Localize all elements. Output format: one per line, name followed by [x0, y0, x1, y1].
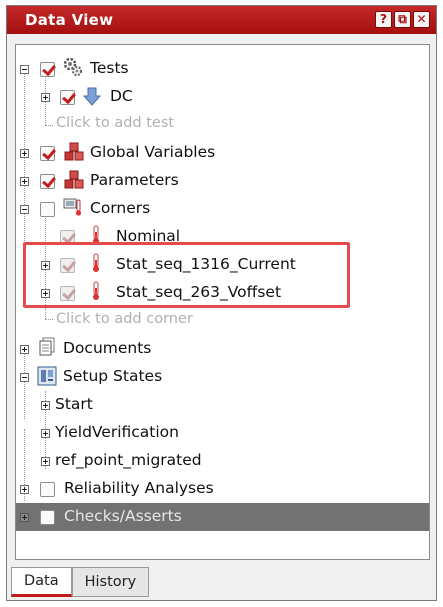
tests-checkbox[interactable]	[40, 62, 55, 77]
tests-label: Tests	[90, 59, 129, 77]
expand-toggle[interactable]	[41, 457, 50, 466]
gears-icon	[63, 57, 83, 77]
tree-item-ref-point[interactable]: ref_point_migrated	[16, 447, 429, 475]
corners-checkbox[interactable]	[40, 202, 55, 217]
checks-label: Checks/Asserts	[64, 507, 182, 525]
close-button[interactable]: ✕	[413, 11, 430, 28]
expand-toggle[interactable]	[20, 345, 29, 354]
help-button[interactable]: ?	[375, 11, 392, 28]
setup-states-icon	[37, 366, 57, 386]
cubes-icon	[64, 142, 84, 161]
add-test-item[interactable]: Click to add test	[16, 111, 429, 139]
view-tabs: Data History	[11, 567, 150, 597]
tree-item-yield-verification[interactable]: YieldVerification	[16, 419, 429, 447]
expand-toggle[interactable]	[20, 177, 29, 186]
ref-point-label: ref_point_migrated	[55, 451, 202, 469]
thermometer-monitor-icon	[63, 198, 82, 216]
expand-toggle[interactable]	[41, 93, 50, 102]
expand-toggle[interactable]	[41, 429, 50, 438]
collapse-toggle[interactable]	[20, 373, 29, 382]
documents-icon	[39, 337, 55, 356]
add-corner-label: Click to add corner	[56, 311, 193, 327]
collapse-toggle[interactable]	[20, 65, 29, 74]
tree-item-checks-asserts[interactable]: Checks/Asserts	[16, 503, 429, 531]
down-arrow-icon	[82, 87, 102, 106]
checks-checkbox[interactable]	[40, 510, 55, 525]
highlight-box	[23, 242, 350, 308]
window-title: Data View	[25, 11, 114, 29]
yield-verification-label: YieldVerification	[55, 423, 179, 441]
data-tree: Tests DC Click to add test Global Variab…	[16, 45, 429, 559]
setup-states-label: Setup States	[63, 367, 163, 385]
cubes-icon	[64, 170, 84, 189]
tree-item-setup-states[interactable]: Setup States	[16, 363, 429, 391]
reliability-label: Reliability Analyses	[64, 479, 214, 497]
tab-data[interactable]: Data	[11, 567, 72, 597]
tree-panel[interactable]: Tests DC Click to add test Global Variab…	[15, 44, 430, 560]
tree-item-documents[interactable]: Documents	[16, 335, 429, 363]
tree-item-start[interactable]: Start	[16, 391, 429, 419]
add-test-label: Click to add test	[56, 115, 175, 131]
expand-toggle[interactable]	[20, 513, 29, 522]
tree-item-reliability[interactable]: Reliability Analyses	[16, 475, 429, 503]
titlebar: Data View ? ⧉ ✕	[7, 6, 436, 34]
reliability-checkbox[interactable]	[40, 482, 55, 497]
dc-label: DC	[110, 87, 133, 105]
data-view-window: Data View ? ⧉ ✕ Tests DC Click to add te…	[6, 5, 437, 601]
expand-toggle[interactable]	[41, 401, 50, 410]
add-corner-item[interactable]: Click to add corner	[16, 307, 429, 335]
tree-item-corners[interactable]: Corners	[16, 195, 429, 223]
tree-item-dc[interactable]: DC	[16, 83, 429, 111]
tab-history[interactable]: History	[71, 567, 150, 597]
corners-label: Corners	[90, 199, 151, 217]
parameters-checkbox[interactable]	[40, 174, 55, 189]
collapse-toggle[interactable]	[20, 205, 29, 214]
start-label: Start	[55, 395, 93, 413]
tree-item-global-variables[interactable]: Global Variables	[16, 139, 429, 167]
documents-label: Documents	[63, 339, 152, 357]
expand-toggle[interactable]	[20, 485, 29, 494]
expand-toggle[interactable]	[20, 149, 29, 158]
parameters-label: Parameters	[90, 171, 179, 189]
float-button[interactable]: ⧉	[394, 11, 411, 28]
global-variables-checkbox[interactable]	[40, 146, 55, 161]
window-controls: ? ⧉ ✕	[375, 11, 430, 28]
global-variables-label: Global Variables	[90, 143, 216, 161]
dc-checkbox[interactable]	[60, 90, 75, 105]
tree-item-parameters[interactable]: Parameters	[16, 167, 429, 195]
tree-item-tests[interactable]: Tests	[16, 55, 429, 83]
